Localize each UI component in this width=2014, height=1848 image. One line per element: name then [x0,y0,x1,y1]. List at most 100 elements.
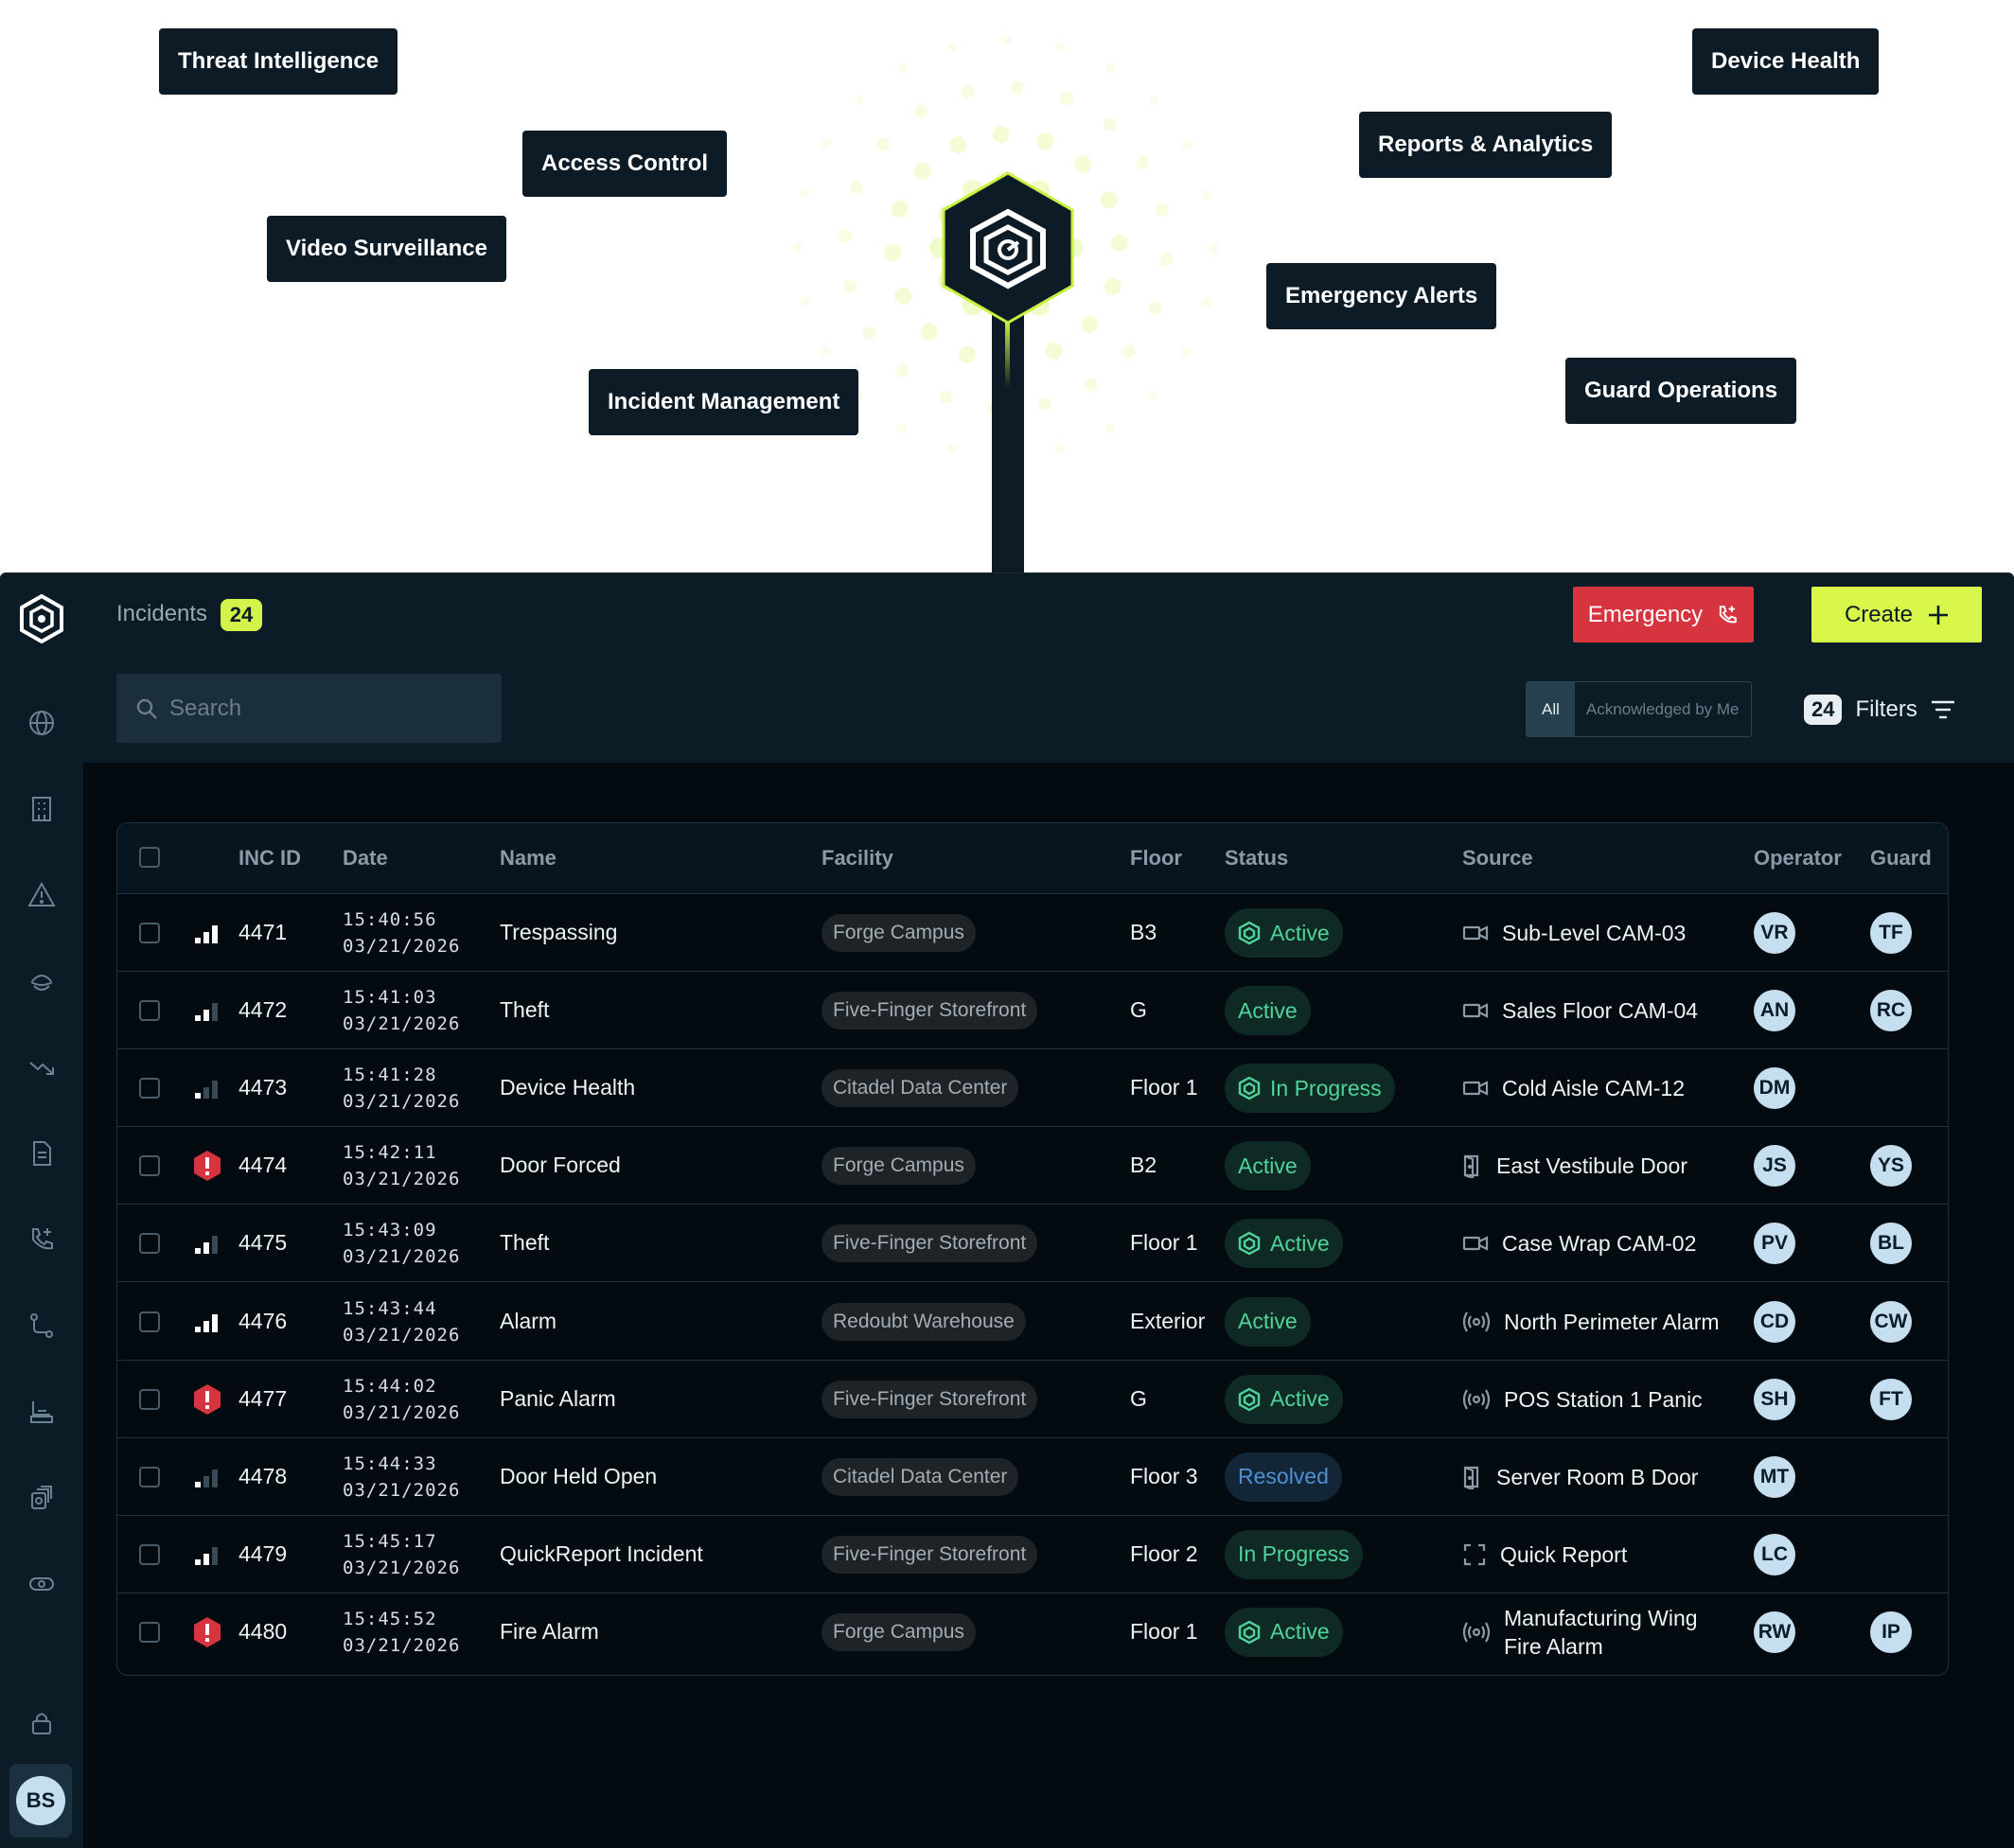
table-row[interactable]: 4477 15:44:02 03/21/2026 Panic Alarm Five-Fi… [117,1361,1948,1438]
route-icon[interactable] [25,1309,59,1343]
header-facility[interactable]: Facility [822,846,893,871]
source-cell[interactable]: Sub-Level CAM-03 [1462,919,1686,947]
table-row[interactable]: 4473 15:41:28 03/21/2026 Device Health Citad… [117,1049,1948,1128]
table-row[interactable]: 4476 15:43:44 03/21/2026 Alarm Redoubt Wareh… [117,1283,1948,1361]
incident-name[interactable]: Theft [500,997,549,1023]
incident-name[interactable]: Alarm [500,1309,556,1334]
header-name[interactable]: Name [500,846,556,871]
operator-avatar[interactable]: RW [1754,1610,1795,1653]
source-cell[interactable]: North Perimeter Alarm [1462,1308,1720,1336]
document-icon[interactable] [25,1136,59,1170]
row-checkbox[interactable] [139,1233,160,1255]
guard-avatar[interactable]: CW [1870,1300,1912,1343]
incident-name[interactable]: Door Forced [500,1153,621,1178]
toggle-all[interactable]: All [1527,682,1575,736]
table-row[interactable]: 4471 15:40:56 03/21/2026 Trespassing Forge C… [117,894,1948,972]
user-menu[interactable]: BS [9,1764,72,1838]
incident-name[interactable]: Theft [500,1230,549,1256]
reception-icon[interactable] [25,1395,59,1429]
operator-avatar[interactable]: VR [1754,912,1795,954]
filters-button[interactable]: 24 Filters [1804,689,1955,730]
incident-id[interactable]: 4478 [238,1464,287,1489]
guard-avatar[interactable]: RC [1870,990,1912,1032]
incident-id[interactable]: 4471 [238,920,287,945]
row-checkbox[interactable] [139,1388,160,1410]
table-row[interactable]: 4474 15:42:11 03/21/2026 Door Forced Forge C… [117,1127,1948,1206]
operator-avatar[interactable]: CD [1754,1300,1795,1343]
phone-plus-icon[interactable] [25,1223,59,1257]
incident-name[interactable]: Trespassing [500,920,617,945]
toggle-acknowledged-by-me[interactable]: Acknowledged by Me [1575,682,1751,736]
header-floor[interactable]: Floor [1130,846,1182,871]
incident-id[interactable]: 4472 [238,997,287,1023]
header-operator[interactable]: Operator [1754,846,1842,871]
table-row[interactable]: 4478 15:44:33 03/21/2026 Door Held Open Cita… [117,1438,1948,1516]
incident-count-badge: 24 [221,599,262,631]
table-row[interactable]: 4472 15:41:03 03/21/2026 Theft Five-Finger S… [117,972,1948,1050]
header-source[interactable]: Source [1462,846,1533,871]
select-all-checkbox[interactable] [139,847,160,868]
speaker-icon[interactable] [25,1481,59,1515]
trend-down-icon[interactable] [25,1050,59,1084]
lock-icon[interactable] [25,1706,59,1740]
create-button[interactable]: Create [1811,587,1982,642]
operator-avatar[interactable]: MT [1754,1455,1795,1498]
guard-avatar[interactable]: IP [1870,1610,1912,1653]
source-cell[interactable]: Case Wrap CAM-02 [1462,1229,1696,1258]
row-checkbox[interactable] [139,1621,160,1643]
row-checkbox[interactable] [139,1543,160,1565]
table-row[interactable]: 4480 15:45:52 03/21/2026 Fire Alarm Forge Ca… [117,1593,1948,1671]
incident-id[interactable]: 4476 [238,1309,287,1334]
operator-avatar[interactable]: AN [1754,990,1795,1032]
incident-name[interactable]: QuickReport Incident [500,1541,703,1567]
guard-hat-icon[interactable] [25,964,59,998]
incident-id[interactable]: 4479 [238,1541,287,1567]
operator-avatar[interactable]: LC [1754,1533,1795,1575]
search-input[interactable]: Search [116,674,502,743]
operator-avatar[interactable]: PV [1754,1223,1795,1265]
incident-name[interactable]: Fire Alarm [500,1619,599,1645]
building-icon[interactable] [25,792,59,826]
row-checkbox[interactable] [139,1466,160,1487]
emergency-button[interactable]: Emergency [1573,587,1754,642]
row-checkbox[interactable] [139,1078,160,1100]
header-guard[interactable]: Guard [1870,846,1932,871]
row-checkbox[interactable] [139,923,160,943]
incident-id[interactable]: 4480 [238,1619,287,1645]
source-cell[interactable]: POS Station 1 Panic [1462,1385,1703,1414]
source-cell[interactable]: Quick Report [1462,1540,1627,1569]
guard-avatar[interactable]: BL [1870,1223,1912,1265]
operator-avatar[interactable]: DM [1754,1067,1795,1110]
hero-glow-dot [896,423,907,433]
operator-avatar[interactable]: JS [1754,1145,1795,1188]
source-cell[interactable]: Cold Aisle CAM-12 [1462,1074,1685,1102]
guard-avatar[interactable]: TF [1870,912,1912,954]
incident-name[interactable]: Device Health [500,1075,635,1100]
incident-id[interactable]: 4473 [238,1075,287,1100]
source-cell[interactable]: Manufacturing Wing Fire Alarm [1462,1604,1698,1661]
app-logo-icon[interactable] [19,593,64,644]
header-date[interactable]: Date [343,846,388,871]
incident-id[interactable]: 4474 [238,1153,287,1178]
header-inc-id[interactable]: INC ID [238,846,301,871]
source-cell[interactable]: Sales Floor CAM-04 [1462,996,1698,1025]
warning-icon[interactable] [25,878,59,912]
source-cell[interactable]: East Vestibule Door [1462,1152,1687,1180]
priority-indicator [193,1467,220,1492]
incident-name[interactable]: Door Held Open [500,1464,657,1489]
row-checkbox[interactable] [139,1155,160,1177]
row-checkbox[interactable] [139,1000,160,1022]
row-checkbox[interactable] [139,1311,160,1332]
incident-id[interactable]: 4475 [238,1230,287,1256]
table-row[interactable]: 4475 15:43:09 03/21/2026 Theft Five-Finger S… [117,1205,1948,1283]
globe-icon[interactable] [25,706,59,740]
camera-icon[interactable] [25,1567,59,1601]
header-status[interactable]: Status [1225,846,1288,871]
incident-name[interactable]: Panic Alarm [500,1386,616,1412]
incident-id[interactable]: 4477 [238,1386,287,1412]
source-cell[interactable]: Server Room B Door [1462,1463,1698,1491]
guard-avatar[interactable]: YS [1870,1145,1912,1188]
table-row[interactable]: 4479 15:45:17 03/21/2026 QuickReport Incide… [117,1516,1948,1593]
operator-avatar[interactable]: SH [1754,1378,1795,1420]
guard-avatar[interactable]: FT [1870,1378,1912,1420]
